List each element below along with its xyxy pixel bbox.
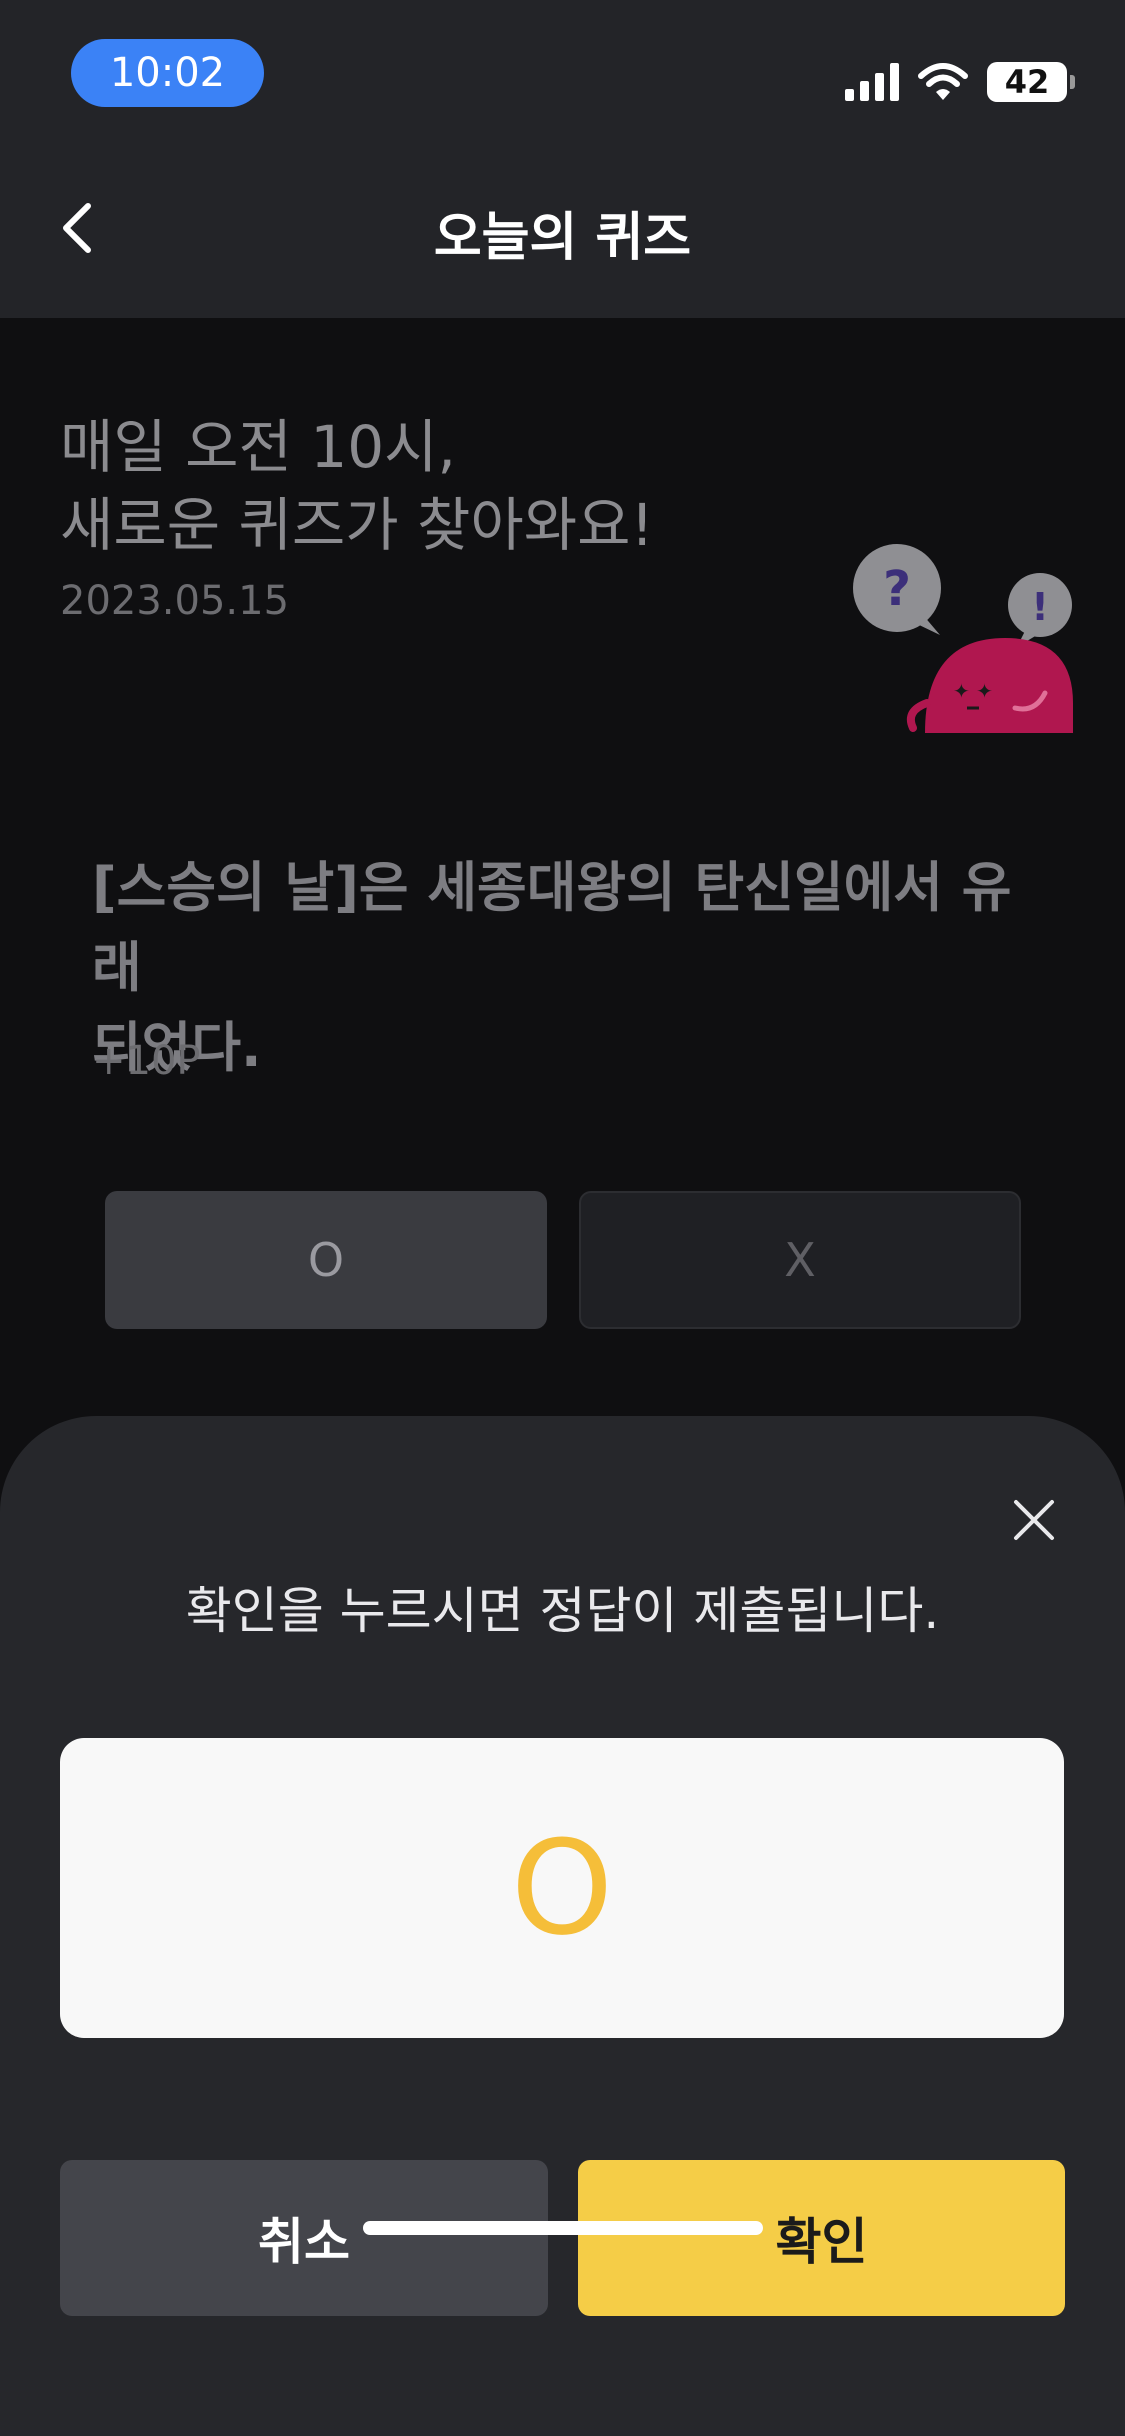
- page-title: 오늘의 퀴즈: [433, 208, 692, 268]
- close-icon[interactable]: [1010, 1496, 1058, 1544]
- battery-icon: 42: [987, 62, 1075, 102]
- quiz-mascot-illustration: ? ! ✦ ✦: [853, 544, 1073, 733]
- signal-icon: [845, 63, 899, 101]
- answer-o-button[interactable]: O: [105, 1191, 547, 1329]
- intro-line-1: 매일 오전 10시,: [60, 413, 456, 481]
- intro-text: 매일 오전 10시, 새로운 퀴즈가 찾아와요!: [60, 408, 654, 564]
- question-line-2: 되었다.: [92, 1016, 262, 1079]
- home-indicator: [363, 2221, 763, 2235]
- svg-text:?: ?: [883, 561, 911, 617]
- submit-prompt: 확인을 누르시면 정답이 제출됩니다.: [185, 1582, 940, 1640]
- selected-answer-card: O: [60, 1738, 1064, 2038]
- cancel-button[interactable]: 취소: [60, 2160, 548, 2316]
- status-icons: 42: [845, 62, 1075, 102]
- answer-x-button[interactable]: X: [579, 1191, 1021, 1329]
- quiz-question: [스승의 날]은 세종대왕의 탄신일에서 유래 되었다.: [92, 848, 1042, 1088]
- confirm-bottom-sheet: 확인을 누르시면 정답이 제출됩니다. O 취소 확인: [0, 1416, 1125, 2436]
- status-time: 10:02: [71, 39, 264, 107]
- quiz-points: +10P: [92, 1038, 201, 1084]
- svg-text:!: !: [1031, 585, 1048, 629]
- question-line-1: [스승의 날]은 세종대왕의 탄신일에서 유래: [92, 856, 1012, 999]
- confirm-button[interactable]: 확인: [578, 2160, 1065, 2316]
- nav-bar: 오늘의 퀴즈: [0, 140, 1125, 318]
- svg-text:✦ ✦: ✦ ✦: [953, 679, 993, 703]
- intro-line-2: 새로운 퀴즈가 찾아와요!: [60, 491, 654, 559]
- selected-answer: O: [510, 1812, 614, 1964]
- quiz-content: 매일 오전 10시, 새로운 퀴즈가 찾아와요! 2023.05.15 ? ! …: [0, 318, 1125, 1418]
- quiz-date: 2023.05.15: [60, 578, 290, 624]
- wifi-icon: [918, 63, 968, 100]
- status-bar: 10:02 42: [0, 0, 1125, 140]
